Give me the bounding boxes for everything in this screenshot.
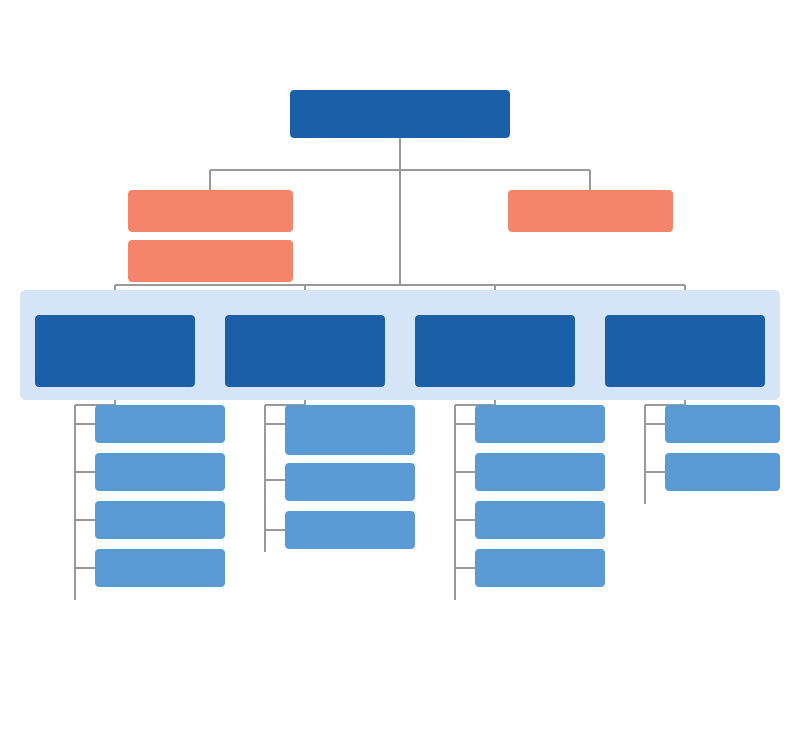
software-node bbox=[475, 453, 605, 491]
purchasing-node bbox=[665, 405, 780, 443]
customer-service-node bbox=[285, 405, 415, 455]
manufacturing-manager-node bbox=[35, 315, 195, 387]
administration-node bbox=[508, 190, 673, 232]
receiving-node bbox=[665, 453, 780, 491]
testing-node bbox=[95, 501, 225, 539]
production-node bbox=[95, 549, 225, 587]
assembly-node bbox=[95, 453, 225, 491]
mechanical-node bbox=[475, 501, 605, 539]
fabrication-node bbox=[95, 405, 225, 443]
human-resources-node bbox=[128, 240, 293, 282]
sales-node bbox=[285, 463, 415, 501]
procurement-node bbox=[605, 315, 765, 387]
advertising-node bbox=[285, 511, 415, 549]
marketing-manager-node bbox=[225, 315, 385, 387]
president-node bbox=[290, 90, 510, 138]
electronics-node bbox=[475, 549, 605, 587]
finance-node bbox=[128, 190, 293, 232]
design-node bbox=[475, 405, 605, 443]
engineering-manager-node bbox=[415, 315, 575, 387]
